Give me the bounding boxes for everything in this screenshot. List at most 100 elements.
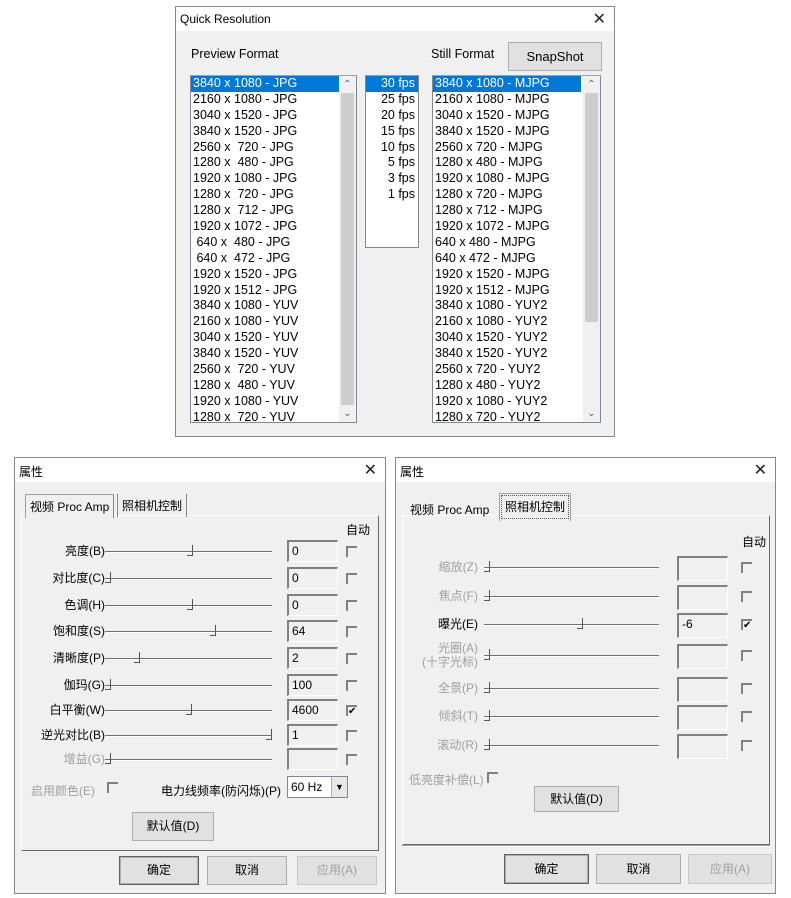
auto-checkbox[interactable] <box>346 626 357 637</box>
tab-proc-amp[interactable]: 视频 Proc Amp <box>406 498 493 521</box>
list-item[interactable]: 3840 x 1520 - YUY2 <box>433 346 581 362</box>
list-item[interactable]: 3040 x 1520 - YUV <box>191 330 339 346</box>
list-item[interactable]: 640 x 472 - MJPG <box>433 251 581 267</box>
list-item[interactable]: 25 fps <box>366 92 418 108</box>
auto-checkbox-checked[interactable]: ✔ <box>346 705 357 717</box>
value-field[interactable]: 1 <box>287 724 338 746</box>
slider-track[interactable] <box>105 759 272 761</box>
value-field[interactable] <box>677 585 728 610</box>
cancel-button[interactable]: 取消 <box>207 856 287 885</box>
powerline-frequency-select[interactable]: 60 Hz ▼ <box>287 776 348 798</box>
list-item[interactable]: 3840 x 1080 - MJPG <box>433 76 581 92</box>
ok-button[interactable]: 确定 <box>119 856 199 885</box>
list-item[interactable]: 1280 x 720 - YUY2 <box>433 410 581 422</box>
slider-thumb[interactable] <box>576 618 583 629</box>
list-item[interactable]: 1280 x 480 - MJPG <box>433 155 581 171</box>
value-field[interactable]: 64 <box>287 620 338 642</box>
slider-track[interactable] <box>484 567 659 569</box>
slider-thumb[interactable] <box>133 652 140 663</box>
apply-button[interactable]: 应用(A) <box>688 854 772 884</box>
list-item[interactable]: 640 x 480 - MJPG <box>433 235 581 251</box>
preview-format-list[interactable]: 3840 x 1080 - JPG 2160 x 1080 - JPG 3040 x… <box>190 75 357 423</box>
list-item[interactable]: 1920 x 1080 - JPG <box>191 171 339 187</box>
cancel-button[interactable]: 取消 <box>596 854 681 884</box>
fps-list[interactable]: 30 fps 25 fps 20 fps 15 fps 10 fps 5 fps 3 fps… <box>365 75 419 248</box>
slider-thumb[interactable] <box>209 625 216 636</box>
list-item[interactable]: 1280 x 712 - MJPG <box>433 203 581 219</box>
scroll-up-icon[interactable]: ⌃ <box>583 76 600 93</box>
list-item[interactable]: 1920 x 1080 - MJPG <box>433 171 581 187</box>
list-item[interactable]: 1920 x 1520 - JPG <box>191 267 339 283</box>
value-field[interactable] <box>677 556 728 581</box>
auto-checkbox[interactable] <box>346 573 357 584</box>
scroll-down-icon[interactable]: ⌄ <box>339 405 356 422</box>
list-item[interactable]: 1920 x 1072 - JPG <box>191 219 339 235</box>
list-item[interactable]: 1280 x 720 - MJPG <box>433 187 581 203</box>
close-icon[interactable]: ✕ <box>364 460 377 480</box>
close-icon[interactable]: ✕ <box>593 9 606 29</box>
scroll-thumb[interactable] <box>585 93 598 322</box>
slider-track[interactable] <box>484 745 659 747</box>
list-item[interactable]: 1920 x 1080 - YUY2 <box>433 394 581 410</box>
list-item[interactable]: 2560 x 720 - MJPG <box>433 140 581 156</box>
value-field[interactable]: 0 <box>287 594 338 616</box>
color-enable-checkbox[interactable] <box>107 782 118 793</box>
low-light-compensation-checkbox[interactable] <box>487 772 498 783</box>
list-item[interactable]: 1920 x 1520 - MJPG <box>433 267 581 283</box>
value-field[interactable] <box>677 705 728 730</box>
close-icon[interactable]: ✕ <box>754 460 767 480</box>
value-field[interactable] <box>677 734 728 759</box>
slider-thumb[interactable] <box>187 599 194 610</box>
list-item[interactable]: 3840 x 1080 - JPG <box>191 76 339 92</box>
auto-checkbox[interactable] <box>741 562 752 573</box>
list-item[interactable]: 3840 x 1080 - YUY2 <box>433 298 581 314</box>
auto-checkbox-checked[interactable]: ✔ <box>741 619 752 631</box>
list-item[interactable]: 2160 x 1080 - YUY2 <box>433 314 581 330</box>
list-item[interactable]: 2560 x 720 - JPG <box>191 140 339 156</box>
value-field[interactable]: 0 <box>287 540 338 562</box>
slider-track[interactable] <box>105 631 272 633</box>
list-item[interactable]: 15 fps <box>366 124 418 140</box>
still-format-list[interactable]: 3840 x 1080 - MJPG 2160 x 1080 - MJPG 3040… <box>432 75 601 423</box>
chevron-down-icon[interactable]: ▼ <box>331 777 347 797</box>
value-field[interactable]: 2 <box>287 647 338 669</box>
list-item[interactable]: 640 x 472 - JPG <box>191 251 339 267</box>
list-item[interactable]: 2160 x 1080 - YUV <box>191 314 339 330</box>
snapshot-button[interactable]: SnapShot <box>508 42 602 71</box>
list-item[interactable]: 1920 x 1080 - YUV <box>191 394 339 410</box>
list-item[interactable]: 2160 x 1080 - JPG <box>191 92 339 108</box>
slider-thumb[interactable] <box>484 561 490 572</box>
auto-checkbox[interactable] <box>346 754 357 765</box>
slider-thumb[interactable] <box>484 590 490 601</box>
slider-thumb[interactable] <box>484 649 490 660</box>
list-item[interactable]: 1280 x 720 - JPG <box>191 187 339 203</box>
auto-checkbox[interactable] <box>741 650 752 661</box>
value-field[interactable]: 4600 <box>287 699 338 721</box>
list-item[interactable]: 20 fps <box>366 108 418 124</box>
value-field[interactable]: 100 <box>287 674 338 696</box>
list-item[interactable]: 2160 x 1080 - MJPG <box>433 92 581 108</box>
tab-camera-control[interactable]: 照相机控制 <box>117 494 188 517</box>
list-item[interactable]: 2560 x 720 - YUV <box>191 362 339 378</box>
slider-track[interactable] <box>105 578 272 580</box>
auto-checkbox[interactable] <box>346 600 357 611</box>
list-item[interactable]: 1280 x 712 - JPG <box>191 203 339 219</box>
list-item[interactable]: 1280 x 480 - YUY2 <box>433 378 581 394</box>
default-button[interactable]: 默认值(D) <box>132 812 214 841</box>
auto-checkbox[interactable] <box>346 730 357 741</box>
list-item[interactable]: 1920 x 1512 - MJPG <box>433 283 581 299</box>
list-item[interactable]: 1920 x 1072 - MJPG <box>433 219 581 235</box>
list-item[interactable]: 2560 x 720 - YUY2 <box>433 362 581 378</box>
scrollbar[interactable]: ⌃ ⌄ <box>583 76 600 422</box>
scrollbar[interactable]: ⌃ ⌄ <box>339 76 356 422</box>
list-item[interactable]: 640 x 480 - JPG <box>191 235 339 251</box>
slider-thumb[interactable] <box>484 710 490 721</box>
slider-track[interactable] <box>484 596 659 598</box>
scroll-thumb[interactable] <box>341 93 354 405</box>
slider-thumb[interactable] <box>484 682 490 693</box>
auto-checkbox[interactable] <box>741 591 752 602</box>
list-item[interactable]: 3840 x 1520 - YUV <box>191 346 339 362</box>
default-button[interactable]: 默认值(D) <box>534 786 619 812</box>
list-item[interactable]: 10 fps <box>366 140 418 156</box>
slider-thumb[interactable] <box>105 679 111 690</box>
